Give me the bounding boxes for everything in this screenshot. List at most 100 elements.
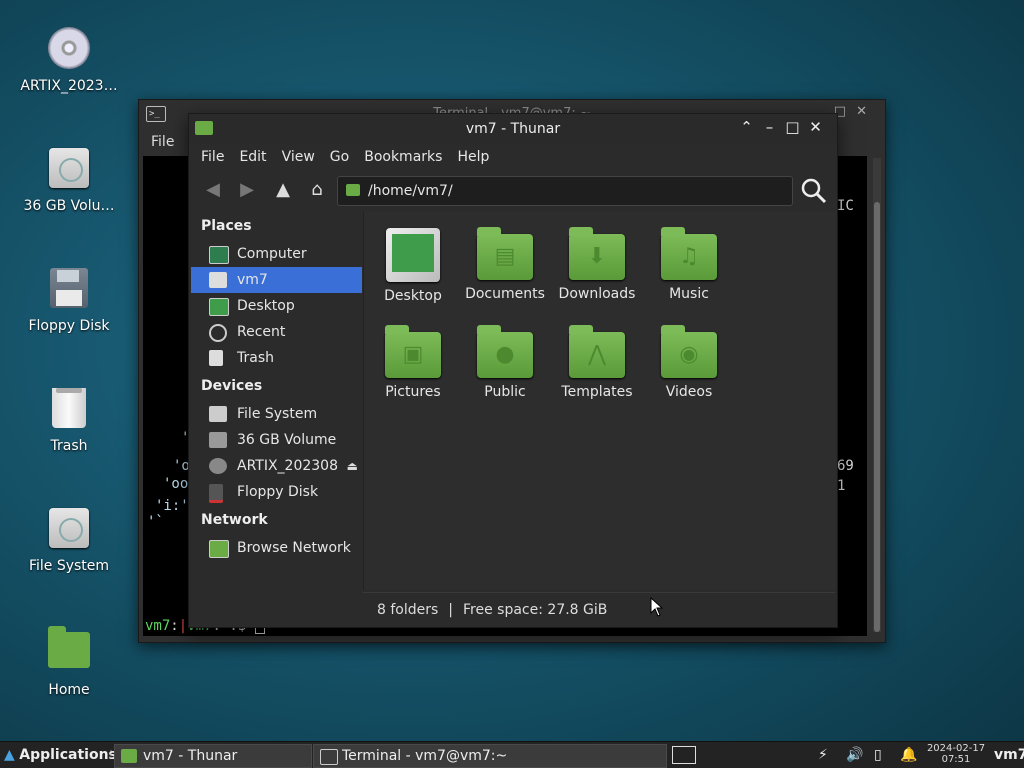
folder-count: 8 folders xyxy=(377,602,439,618)
volume-icon[interactable]: 🔊 xyxy=(846,742,863,768)
file-item-public[interactable]: ● Public xyxy=(459,320,551,400)
taskbar: ▲ Applications ⋮ vm7 - Thunar Terminal -… xyxy=(0,741,1024,768)
status-separator: | xyxy=(448,602,454,618)
minimize-icon[interactable]: – xyxy=(758,118,781,136)
home-icon xyxy=(209,272,227,288)
drive-icon xyxy=(209,432,227,448)
menu-help[interactable]: Help xyxy=(457,144,489,170)
applications-menu-button[interactable]: ▲ Applications xyxy=(4,742,117,768)
menu-edit[interactable]: Edit xyxy=(239,144,266,170)
sidebar-item-computer[interactable]: Computer xyxy=(191,241,362,267)
recent-icon xyxy=(209,324,227,342)
file-item-downloads[interactable]: ⬇ Downloads xyxy=(551,222,643,302)
floppy-icon xyxy=(209,484,223,503)
network-icon xyxy=(209,540,229,558)
terminal-menu-file[interactable]: File xyxy=(151,134,174,150)
terminal-window-controls[interactable]: □✕ xyxy=(834,104,877,119)
menu-bookmarks[interactable]: Bookmarks xyxy=(364,144,442,170)
terminal-line: 'oo xyxy=(163,476,189,492)
notification-bell-icon[interactable]: 🔔 xyxy=(900,742,917,768)
free-space: Free space: 27.8 GiB xyxy=(463,602,608,618)
close-icon[interactable]: ✕ xyxy=(856,104,877,119)
videos-folder-icon: ◉ xyxy=(661,325,717,378)
clock-time: 07:51 xyxy=(941,754,971,765)
music-folder-icon: ♫ xyxy=(661,227,717,280)
sidebar-item-browse-network[interactable]: Browse Network xyxy=(191,535,362,561)
sidebar-item-trash[interactable]: Trash xyxy=(191,345,362,371)
menu-view[interactable]: View xyxy=(282,144,315,170)
floppy-icon xyxy=(47,268,91,312)
templates-folder-icon: ⋀ xyxy=(569,325,625,378)
sidebar-item-desktop[interactable]: Desktop xyxy=(191,293,362,319)
thunar-window-controls[interactable]: ⌃ – □ ✕ xyxy=(735,118,827,136)
menu-go[interactable]: Go xyxy=(330,144,349,170)
location-bar[interactable]: /home/vm7/ xyxy=(337,176,793,206)
desktop-folder-icon xyxy=(386,228,440,282)
file-item-pictures[interactable]: ▣ Pictures xyxy=(367,320,459,400)
pictures-folder-icon: ▣ xyxy=(385,325,441,378)
file-item-desktop[interactable]: Desktop xyxy=(367,222,459,304)
trash-icon xyxy=(209,350,223,366)
desktop-icon-trash[interactable]: Trash xyxy=(10,386,128,454)
home-icon[interactable]: ⌂ xyxy=(303,176,331,204)
desktop-icon-label: Home xyxy=(48,682,90,698)
search-icon[interactable] xyxy=(799,176,829,206)
terminal-icon: >_ xyxy=(146,106,166,122)
taskbar-task-terminal[interactable]: Terminal - vm7@vm7:~ xyxy=(313,744,667,768)
thunar-app-icon xyxy=(195,121,213,135)
sidebar-item-artix[interactable]: ARTIX_202308 ⏏ xyxy=(191,453,362,479)
network-tray-icon[interactable]: ⚡ xyxy=(818,742,828,768)
terminal-line: 69 xyxy=(837,458,854,474)
user-menu[interactable]: vm7 xyxy=(994,742,1024,768)
desktop-icon xyxy=(209,298,229,316)
terminal-line: 'i:' xyxy=(155,498,189,514)
thunar-window[interactable]: vm7 - Thunar ⌃ – □ ✕ File Edit View Go Book… xyxy=(188,113,838,628)
desktop-icon-label: ARTIX_2023… xyxy=(20,78,118,94)
desktop-icon-label: File System xyxy=(28,558,110,574)
downloads-folder-icon: ⬇ xyxy=(569,227,625,280)
sidebar-item-36gb-volume[interactable]: 36 GB Volume xyxy=(191,427,362,453)
drive-icon xyxy=(209,406,227,422)
clock-date: 2024-02-17 xyxy=(926,743,986,754)
desktop-icon-floppy-disk[interactable]: Floppy Disk xyxy=(10,266,128,334)
back-arrow-icon[interactable]: ◀ xyxy=(199,176,227,204)
clock[interactable]: 2024-02-17 07:51 xyxy=(926,743,986,765)
up-arrow-icon[interactable]: ▲ xyxy=(269,176,297,204)
maximize-icon[interactable]: □ xyxy=(781,118,804,136)
app-menu-icon: ▲ xyxy=(4,747,15,763)
public-folder-icon: ● xyxy=(477,325,533,378)
documents-folder-icon: ▤ xyxy=(477,227,533,280)
file-item-templates[interactable]: ⋀ Templates xyxy=(551,320,643,400)
disc-icon xyxy=(47,28,91,72)
show-desktop-icon[interactable] xyxy=(672,746,696,764)
sidebar-item-file-system[interactable]: File System xyxy=(191,401,362,427)
eject-icon[interactable]: ⏏ xyxy=(347,453,358,479)
desktop-icon-36gb-volume[interactable]: 36 GB Volu… xyxy=(10,146,128,214)
desktop-icon-artix[interactable]: ARTIX_2023… xyxy=(10,26,128,94)
disc-icon xyxy=(209,458,227,474)
desktop-icon-label: 36 GB Volu… xyxy=(23,198,115,214)
thunar-menubar: File Edit View Go Bookmarks Help xyxy=(189,144,504,170)
terminal-scrollbar[interactable] xyxy=(873,158,881,632)
drive-icon xyxy=(47,148,91,192)
sidebar-item-recent[interactable]: Recent xyxy=(191,319,362,345)
desktop-icon-home[interactable]: Home xyxy=(10,626,128,698)
file-item-videos[interactable]: ◉ Videos xyxy=(643,320,735,400)
menu-file[interactable]: File xyxy=(201,144,224,170)
file-item-documents[interactable]: ▤ Documents xyxy=(459,222,551,302)
forward-arrow-icon[interactable]: ▶ xyxy=(233,176,261,204)
file-view[interactable]: Desktop ▤ Documents ⬇ Downloads ♫ Music … xyxy=(363,212,836,590)
desktop-icon-file-system[interactable]: File System xyxy=(10,506,128,574)
places-heading: Places xyxy=(201,218,252,234)
shade-icon[interactable]: ⌃ xyxy=(735,118,758,136)
file-item-music[interactable]: ♫ Music xyxy=(643,222,735,302)
taskbar-task-thunar[interactable]: vm7 - Thunar xyxy=(114,744,312,768)
terminal-line: IC xyxy=(837,198,854,214)
terminal-line: 1 xyxy=(837,478,846,494)
network-heading: Network xyxy=(201,512,268,528)
desktop-icon-label: Trash xyxy=(50,438,88,454)
sidebar-item-vm7[interactable]: vm7 xyxy=(191,267,362,293)
battery-icon[interactable]: ▯ xyxy=(874,742,882,768)
close-icon[interactable]: ✕ xyxy=(804,118,827,136)
sidebar-item-floppy-disk[interactable]: Floppy Disk xyxy=(191,479,362,505)
